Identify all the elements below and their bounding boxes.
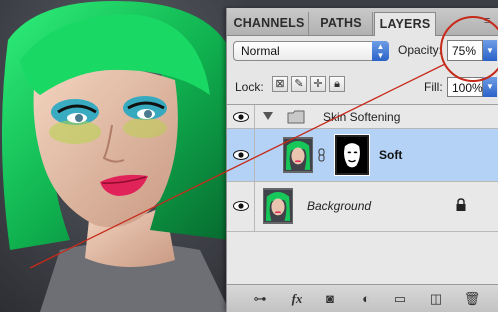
layer-name: Background (307, 199, 372, 213)
adjustment-layer-icon[interactable]: ◐ (357, 290, 375, 308)
layer-row-group[interactable]: Skin Softening (227, 105, 498, 129)
eye-icon[interactable] (233, 150, 249, 160)
lock-label: Lock: (235, 80, 264, 94)
updown-arrows-icon: ▲ ▼ (372, 41, 389, 61)
tab-channels[interactable]: CHANNELS (230, 12, 309, 35)
fill-input[interactable]: 100% (447, 77, 483, 97)
opacity-label: Opacity: (398, 43, 443, 57)
opacity-dropdown-icon[interactable]: ▼ (483, 40, 497, 61)
blend-mode-value: Normal (241, 44, 280, 58)
layer-row-selected[interactable]: Soft (227, 129, 498, 182)
layer-mask-thumbnail[interactable] (334, 134, 370, 176)
link-chain-icon[interactable] (318, 148, 325, 162)
tab-paths[interactable]: PATHS (310, 12, 373, 35)
panel-menu-icon[interactable]: ≡ (484, 15, 495, 27)
fill-label: Fill: (424, 80, 443, 94)
folder-icon (287, 110, 305, 124)
layer-name: Soft (379, 148, 403, 162)
fx-icon[interactable]: fx (285, 290, 309, 308)
trash-icon[interactable]: 🗑︎ (463, 290, 481, 308)
layer-row-background[interactable]: Background (227, 182, 498, 232)
padlock-icon (456, 198, 466, 211)
eye-icon[interactable] (233, 112, 249, 122)
new-group-icon[interactable]: ▭ (391, 290, 409, 308)
photo-canvas (0, 0, 250, 312)
lock-position-move-icon[interactable]: ✛ (310, 76, 326, 92)
link-layers-icon[interactable]: ⊶ (249, 290, 271, 308)
visibility-cell[interactable] (227, 129, 255, 181)
tab-layers[interactable]: LAYERS (374, 12, 436, 36)
new-layer-icon[interactable]: ◫ (427, 290, 445, 308)
lock-image-brush-icon[interactable]: ✎ (291, 76, 307, 92)
eye-icon[interactable] (233, 201, 249, 211)
blend-mode-select[interactable]: Normal ▲ ▼ (233, 41, 389, 61)
lock-all-icon[interactable]: 🔒︎ (329, 76, 345, 92)
panel-tab-bar: CHANNELS PATHS LAYERS ≡ (227, 8, 498, 36)
opacity-input[interactable]: 75% (447, 40, 483, 61)
visibility-cell[interactable] (227, 182, 255, 231)
layers-list: Skin Softening Soft Background (227, 104, 498, 285)
layer-name: Skin Softening (323, 110, 401, 124)
visibility-cell[interactable] (227, 105, 255, 128)
lock-transparent-icon[interactable]: ⊠ (272, 76, 288, 92)
add-mask-icon[interactable]: ◙ (321, 290, 339, 308)
fill-dropdown-icon[interactable]: ▼ (483, 77, 497, 97)
layer-thumbnail (263, 188, 293, 224)
layer-thumbnail (283, 137, 313, 173)
disclosure-triangle-icon[interactable] (263, 112, 273, 120)
layers-panel: CHANNELS PATHS LAYERS ≡ Normal ▲ ▼ Opacit… (226, 8, 498, 312)
layers-bottom-toolbar: ⊶ fx ◙ ◐ ▭ ◫ 🗑︎ (227, 284, 498, 312)
